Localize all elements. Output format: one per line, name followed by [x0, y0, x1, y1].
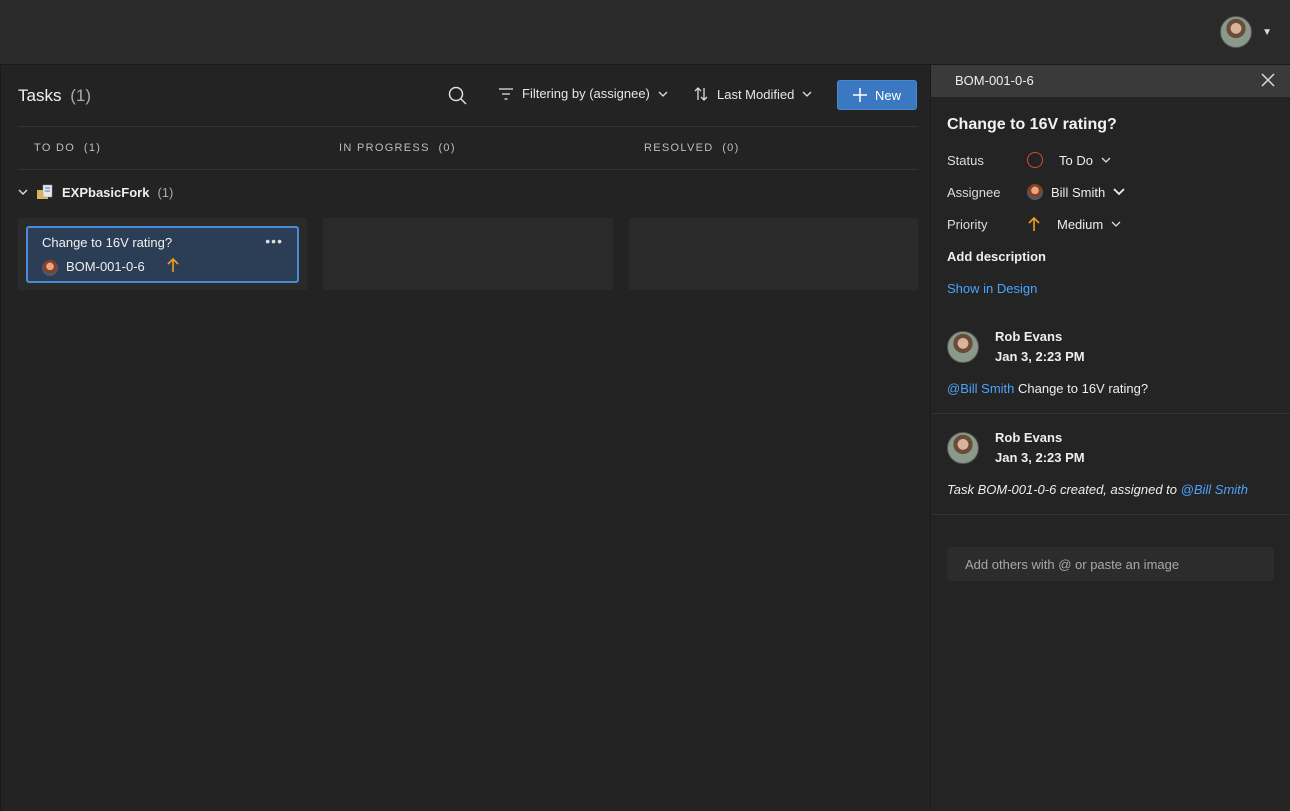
- tasks-title-label: Tasks: [18, 86, 62, 105]
- chevron-down-icon: [1113, 188, 1125, 196]
- comment-avatar: [947, 331, 979, 363]
- close-icon[interactable]: [1261, 73, 1275, 87]
- caret-down-icon[interactable]: ▼: [1262, 27, 1272, 38]
- comment-time: Jan 3, 2:23 PM: [995, 450, 1085, 465]
- top-bar: ▼: [0, 0, 1290, 65]
- comment-author: Rob Evans: [995, 430, 1063, 445]
- comment-body: @Bill Smith Change to 16V rating?: [947, 381, 1148, 396]
- comment-text: Change to 16V rating?: [1014, 381, 1149, 396]
- column-label: IN PROGRESS: [339, 142, 430, 154]
- group-name: EXPbasicFork: [62, 184, 150, 200]
- page-title: Tasks (1): [18, 86, 91, 106]
- assignee-value: Bill Smith: [1051, 184, 1106, 200]
- add-description-button[interactable]: Add description: [947, 249, 1046, 264]
- column-header-resolved: RESOLVED (0): [644, 142, 740, 154]
- divider: [931, 413, 1290, 414]
- column-count: (0): [438, 142, 456, 154]
- in-progress-column-area: [323, 218, 613, 290]
- status-todo-icon: [1027, 152, 1043, 168]
- plus-icon: [852, 88, 867, 102]
- comment-body: Task BOM-001-0-6 created, assigned to @B…: [947, 482, 1248, 497]
- chevron-down-icon: [802, 91, 812, 97]
- task-card-title: Change to 16V rating?: [42, 235, 173, 250]
- comment-author: Rob Evans: [995, 329, 1063, 344]
- user-avatar[interactable]: [1220, 16, 1252, 48]
- sort-label: Last Modified: [717, 86, 795, 102]
- group-count: (1): [157, 184, 174, 200]
- column-header-todo: TO DO (1): [34, 142, 101, 154]
- column-count: (0): [722, 142, 740, 154]
- status-value: To Do: [1059, 152, 1093, 168]
- assignee-avatar: [1027, 184, 1043, 200]
- task-card[interactable]: Change to 16V rating? ••• BOM-001-0-6: [26, 226, 299, 283]
- priority-arrow-up-icon: [167, 257, 179, 272]
- panel-task-id: BOM-001-0-6: [955, 73, 1034, 88]
- group-row[interactable]: EXPbasicFork (1): [18, 184, 173, 200]
- chevron-down-icon: [1111, 221, 1121, 227]
- column-count: (1): [83, 142, 102, 154]
- status-label: Status: [947, 153, 984, 168]
- new-button-label: New: [874, 87, 901, 103]
- task-card-id: BOM-001-0-6: [66, 259, 145, 274]
- chevron-down-icon: [658, 91, 668, 97]
- divider: [931, 514, 1290, 515]
- more-options-icon[interactable]: •••: [265, 233, 283, 249]
- task-detail-panel: BOM-001-0-6 Change to 16V rating? Status…: [930, 65, 1290, 811]
- task-title[interactable]: Change to 16V rating?: [947, 116, 1117, 134]
- comment-text: Task BOM-001-0-6 created, assigned to: [947, 482, 1181, 497]
- priority-arrow-up-icon: [1028, 216, 1040, 231]
- resolved-column-area: [629, 218, 918, 290]
- mention-link[interactable]: @Bill Smith: [1181, 482, 1248, 497]
- filter-icon: [499, 87, 513, 100]
- panel-header: BOM-001-0-6: [931, 65, 1290, 97]
- priority-label: Priority: [947, 217, 988, 232]
- column-header-in-progress: IN PROGRESS (0): [339, 142, 456, 154]
- tasks-board: Tasks (1) Filtering by (assignee) Last M…: [0, 65, 930, 811]
- assignee-avatar: [42, 260, 58, 276]
- comment-avatar: [947, 432, 979, 464]
- divider: [18, 126, 918, 127]
- column-label: RESOLVED: [644, 142, 714, 154]
- chevron-down-icon: [1101, 157, 1111, 163]
- search-icon[interactable]: [447, 85, 469, 107]
- comment-time: Jan 3, 2:23 PM: [995, 349, 1085, 364]
- new-task-button[interactable]: New: [837, 80, 917, 110]
- assignee-dropdown[interactable]: Bill Smith: [1027, 184, 1125, 200]
- priority-value: Medium: [1057, 216, 1104, 232]
- show-in-design-link[interactable]: Show in Design: [947, 281, 1037, 296]
- tasks-count: (1): [70, 86, 91, 105]
- status-dropdown[interactable]: To Do: [1027, 152, 1111, 168]
- divider: [18, 169, 918, 170]
- mention-link[interactable]: @Bill Smith: [947, 381, 1014, 396]
- chevron-down-icon[interactable]: [18, 189, 28, 195]
- sort-icon: [694, 87, 708, 101]
- sort-button[interactable]: Last Modified: [693, 86, 812, 102]
- priority-dropdown[interactable]: Medium: [1027, 216, 1121, 232]
- filter-label: Filtering by (assignee): [522, 86, 650, 101]
- assignee-label: Assignee: [947, 185, 1001, 200]
- document-folder-icon: [37, 184, 53, 199]
- filter-button[interactable]: Filtering by (assignee): [498, 86, 668, 101]
- column-label: TO DO: [34, 142, 76, 154]
- comment-input[interactable]: [947, 547, 1274, 581]
